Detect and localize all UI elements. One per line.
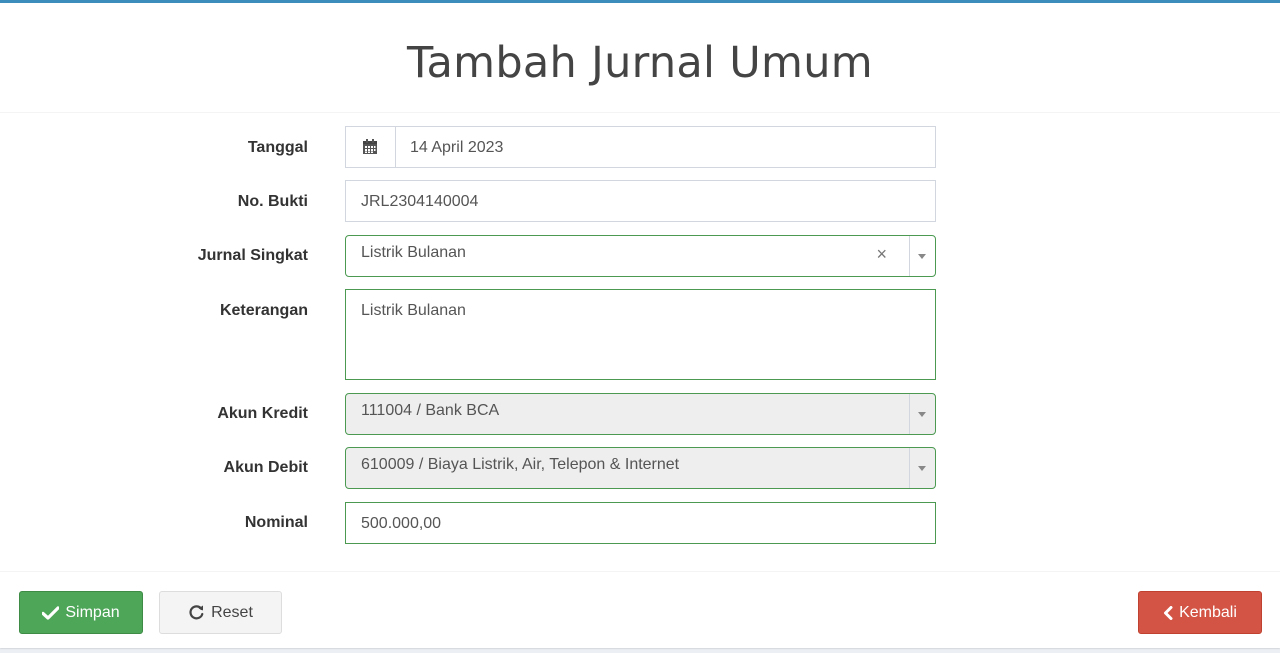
reset-button[interactable]: Reset [159, 591, 282, 634]
akun-kredit-dropdown-toggle[interactable] [909, 394, 935, 434]
keterangan-value: Listrik Bulanan [361, 302, 466, 319]
keterangan-label: Keterangan [219, 302, 308, 319]
no-bukti-label: No. Bukti [237, 193, 308, 210]
clear-selection-icon[interactable]: × [876, 244, 887, 265]
check-icon [42, 605, 60, 620]
caret-down-icon [918, 254, 926, 259]
jurnal-singkat-label: Jurnal Singkat [197, 247, 308, 264]
refresh-icon [188, 604, 205, 621]
nominal-label: Nominal [244, 514, 308, 531]
jurnal-singkat-value: Listrik Bulanan [361, 244, 466, 261]
akun-debit-value: 610009 / Biaya Listrik, Air, Telepon & I… [361, 456, 680, 473]
akun-debit-label: Akun Debit [223, 459, 308, 476]
jurnal-singkat-dropdown-toggle[interactable] [909, 236, 935, 276]
back-button[interactable]: Kembali [1138, 591, 1262, 634]
nominal-value: 500.000,00 [361, 515, 442, 532]
akun-kredit-label: Akun Kredit [217, 405, 308, 422]
chevron-left-icon [1163, 605, 1173, 620]
save-label: Simpan [65, 603, 120, 621]
box-header: Tambah Jurnal Umum [0, 3, 1280, 113]
no-bukti-value: JRL2304140004 [361, 193, 479, 210]
back-label: Kembali [1179, 603, 1237, 621]
form-body: Tanggal 14 April 2023 No. Bukti JRL23041… [0, 113, 1280, 569]
akun-kredit-value: 111004 / Bank BCA [361, 402, 500, 419]
no-bukti-field[interactable]: JRL2304140004 [345, 180, 936, 222]
save-button[interactable]: Simpan [19, 591, 143, 634]
tanggal-label: Tanggal [247, 139, 308, 156]
keterangan-textarea[interactable]: Listrik Bulanan [345, 289, 936, 380]
akun-kredit-select[interactable]: 111004 / Bank BCA [345, 393, 936, 435]
jurnal-singkat-select[interactable]: Listrik Bulanan × [345, 235, 936, 277]
akun-debit-dropdown-toggle[interactable] [909, 448, 935, 488]
reset-label: Reset [211, 603, 253, 621]
nominal-field[interactable]: 500.000,00 [345, 502, 936, 544]
page-title: Tambah Jurnal Umum [407, 38, 873, 88]
akun-debit-select[interactable]: 610009 / Biaya Listrik, Air, Telepon & I… [345, 447, 936, 489]
caret-down-icon [918, 412, 926, 417]
caret-down-icon [918, 466, 926, 471]
form-footer: Simpan Reset Kembali [0, 571, 1280, 649]
calendar-addon[interactable] [346, 127, 396, 167]
calendar-icon [362, 139, 378, 160]
tanggal-field[interactable]: 14 April 2023 [345, 126, 936, 168]
form-box: Tambah Jurnal Umum Tanggal 14 April 2023… [0, 0, 1280, 648]
tanggal-value: 14 April 2023 [410, 139, 504, 156]
